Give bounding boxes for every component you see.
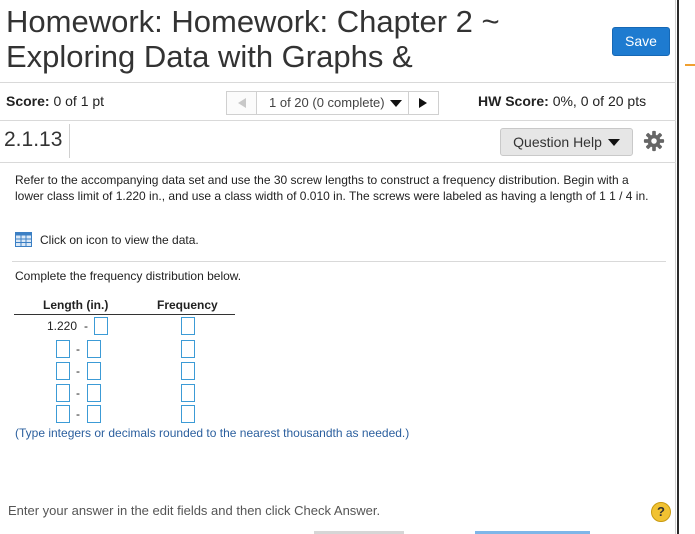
hw-score-display: HW Score: 0%, 0 of 20 pts xyxy=(478,93,646,109)
triangle-right-icon xyxy=(419,98,428,108)
question-number: 2.1.13 xyxy=(4,128,63,151)
right-window-edge xyxy=(677,0,695,534)
help-icon[interactable]: ? xyxy=(651,502,671,522)
lower-limit-input-5[interactable] xyxy=(56,405,70,423)
question-selector-label: 1 of 20 (0 complete) xyxy=(269,95,385,110)
table-header-rule xyxy=(14,314,235,315)
previous-question-button[interactable] xyxy=(226,91,256,115)
question-text: Refer to the accompanying data set and u… xyxy=(15,173,649,203)
length-column-header: Length (in.) xyxy=(43,298,109,312)
accent-mark xyxy=(685,64,695,66)
caret-down-icon xyxy=(607,138,620,146)
lower-limit-input-2[interactable] xyxy=(56,340,70,358)
frequency-column-header: Frequency xyxy=(157,298,218,312)
caret-down-icon xyxy=(389,99,402,107)
range-dash: - xyxy=(76,364,80,378)
question-help-button[interactable]: Question Help xyxy=(500,128,633,156)
save-button[interactable]: Save xyxy=(612,27,670,56)
score-value: 0 of 1 pt xyxy=(53,93,105,109)
question-help-label: Question Help xyxy=(513,134,602,150)
range-dash: - xyxy=(76,386,80,400)
score-display: Score: 0 of 1 pt xyxy=(6,93,104,109)
upper-limit-input-2[interactable] xyxy=(87,340,101,358)
upper-limit-input-5[interactable] xyxy=(87,405,101,423)
gear-icon[interactable] xyxy=(643,130,665,152)
frequency-input-4[interactable] xyxy=(181,384,195,402)
window-border xyxy=(677,0,679,534)
lower-limit-input-3[interactable] xyxy=(56,362,70,380)
upper-limit-input-1[interactable] xyxy=(94,317,108,335)
first-lower-limit: 1.220 xyxy=(47,319,78,333)
score-label: Score: xyxy=(6,93,50,109)
instruction-text: Complete the frequency distribution belo… xyxy=(15,269,242,283)
upper-limit-input-4[interactable] xyxy=(87,384,101,402)
range-dash: - xyxy=(84,319,88,333)
next-question-button[interactable] xyxy=(408,91,439,115)
frequency-input-1[interactable] xyxy=(181,317,195,335)
range-dash: - xyxy=(76,407,80,421)
frequency-input-5[interactable] xyxy=(181,405,195,423)
triangle-left-icon xyxy=(237,98,246,108)
view-data-link[interactable]: Click on icon to view the data. xyxy=(15,232,199,247)
hw-score-label: HW Score: xyxy=(478,93,549,109)
divider xyxy=(0,82,676,83)
frequency-input-2[interactable] xyxy=(181,340,195,358)
range-dash: - xyxy=(76,342,80,356)
answer-format-note: (Type integers or decimals rounded to th… xyxy=(15,426,410,440)
divider xyxy=(12,261,666,262)
divider xyxy=(0,162,676,163)
data-table-icon xyxy=(15,232,32,247)
upper-limit-input-3[interactable] xyxy=(87,362,101,380)
page-title: Homework: Homework: Chapter 2 ~ Explorin… xyxy=(6,4,500,74)
question-selector[interactable]: 1 of 20 (0 complete) xyxy=(256,91,409,115)
hw-score-value: 0%, 0 of 20 pts xyxy=(552,93,647,109)
footer-instruction: Enter your answer in the edit fields and… xyxy=(8,503,381,518)
divider xyxy=(0,120,676,121)
view-data-label: Click on icon to view the data. xyxy=(40,232,199,247)
homework-panel: Homework: Homework: Chapter 2 ~ Explorin… xyxy=(0,0,676,534)
divider xyxy=(69,124,70,158)
lower-limit-input-4[interactable] xyxy=(56,384,70,402)
question-navigator: 1 of 20 (0 complete) xyxy=(226,91,439,115)
frequency-input-3[interactable] xyxy=(181,362,195,380)
